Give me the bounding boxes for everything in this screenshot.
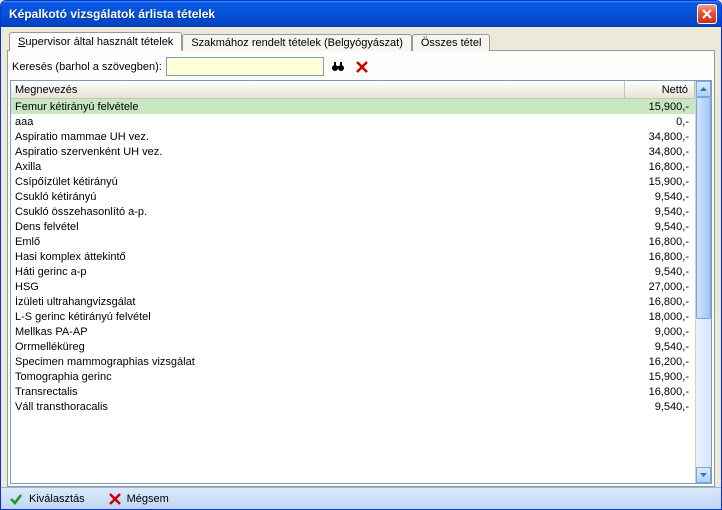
cell-name: Orrmelléküreg bbox=[11, 341, 625, 353]
x-red-icon bbox=[109, 493, 121, 505]
cell-name: Axilla bbox=[11, 161, 625, 173]
check-green-icon bbox=[9, 492, 23, 506]
table-row[interactable]: HSG27,000,- bbox=[11, 279, 695, 294]
cell-price: 34,800,- bbox=[625, 131, 695, 143]
cell-price: 16,800,- bbox=[625, 251, 695, 263]
tab-supervisor[interactable]: Supervisor által használt tételek bbox=[9, 32, 182, 51]
search-input[interactable] bbox=[166, 57, 324, 76]
content-area: Supervisor által használt tételek Szakmá… bbox=[1, 27, 721, 487]
table-row[interactable]: Mellkas PA-AP9,000,- bbox=[11, 324, 695, 339]
cell-name: L-S gerinc kétirányú felvétel bbox=[11, 311, 625, 323]
table-row[interactable]: Csípőízület kétirányú15,900,- bbox=[11, 174, 695, 189]
cell-name: Aspiratio mammae UH vez. bbox=[11, 131, 625, 143]
cell-price: 0,- bbox=[625, 116, 695, 128]
cell-name: HSG bbox=[11, 281, 625, 293]
cell-price: 9,540,- bbox=[625, 191, 695, 203]
cell-name: aaa bbox=[11, 116, 625, 128]
column-header-price[interactable]: Nettó bbox=[625, 81, 695, 98]
cell-name: Emlő bbox=[11, 236, 625, 248]
tab-szakmahoz[interactable]: Szakmához rendelt tételek (Belgyógyászat… bbox=[182, 34, 412, 51]
table-row[interactable]: aaa0,- bbox=[11, 114, 695, 129]
price-grid: Megnevezés Nettó Femur kétirányú felvéte… bbox=[10, 80, 712, 484]
table-row[interactable]: Transrectalis16,800,- bbox=[11, 384, 695, 399]
cell-name: Dens felvétel bbox=[11, 221, 625, 233]
cell-price: 15,900,- bbox=[625, 371, 695, 383]
select-button[interactable]: Kiválasztás bbox=[9, 492, 85, 506]
cell-name: Specimen mammographias vizsgálat bbox=[11, 356, 625, 368]
grid-header: Megnevezés Nettó bbox=[11, 81, 695, 99]
binoculars-icon bbox=[331, 60, 345, 74]
cell-price: 9,540,- bbox=[625, 266, 695, 278]
cell-name: Hasi komplex áttekintő bbox=[11, 251, 625, 263]
scroll-down-button[interactable] bbox=[696, 467, 711, 483]
table-row[interactable]: Emlő16,800,- bbox=[11, 234, 695, 249]
cell-price: 16,800,- bbox=[625, 296, 695, 308]
cell-price: 9,540,- bbox=[625, 341, 695, 353]
tab-panel: Keresés (barhol a szövegben): bbox=[7, 50, 715, 487]
search-button[interactable] bbox=[328, 58, 348, 76]
grid-rows: Femur kétirányú felvétele15,900,-aaa0,-A… bbox=[11, 99, 695, 414]
window: Képalkotó vizsgálatok árlista tételek Su… bbox=[0, 0, 722, 510]
table-row[interactable]: Specimen mammographias vizsgálat16,200,- bbox=[11, 354, 695, 369]
clear-search-button[interactable] bbox=[352, 58, 372, 76]
table-row[interactable]: L-S gerinc kétirányú felvétel18,000,- bbox=[11, 309, 695, 324]
cell-price: 27,000,- bbox=[625, 281, 695, 293]
cell-price: 9,540,- bbox=[625, 221, 695, 233]
cell-name: Csukló összehasonlító a-p. bbox=[11, 206, 625, 218]
cell-price: 15,900,- bbox=[625, 176, 695, 188]
table-row[interactable]: Tomographia gerinc15,900,- bbox=[11, 369, 695, 384]
window-title: Képalkotó vizsgálatok árlista tételek bbox=[9, 7, 697, 21]
titlebar: Képalkotó vizsgálatok árlista tételek bbox=[1, 1, 721, 27]
arrow-down-icon bbox=[700, 473, 707, 477]
cell-name: Ízületi ultrahangvizsgálat bbox=[11, 296, 625, 308]
cell-price: 15,900,- bbox=[625, 101, 695, 113]
cell-name: Csípőízület kétirányú bbox=[11, 176, 625, 188]
cell-name: Femur kétirányú felvétele bbox=[11, 101, 625, 113]
cell-price: 16,800,- bbox=[625, 386, 695, 398]
table-row[interactable]: Axilla16,800,- bbox=[11, 159, 695, 174]
table-row[interactable]: Aspiratio szervenként UH vez.34,800,- bbox=[11, 144, 695, 159]
cell-price: 9,000,- bbox=[625, 326, 695, 338]
cell-price: 16,800,- bbox=[625, 236, 695, 248]
cell-price: 9,540,- bbox=[625, 401, 695, 413]
cell-price: 18,000,- bbox=[625, 311, 695, 323]
cell-price: 9,540,- bbox=[625, 206, 695, 218]
tab-strip: Supervisor által használt tételek Szakmá… bbox=[7, 31, 715, 51]
cell-price: 16,200,- bbox=[625, 356, 695, 368]
tab-osszes[interactable]: Összes tétel bbox=[412, 34, 491, 51]
scroll-up-button[interactable] bbox=[696, 81, 711, 97]
table-row[interactable]: Hasi komplex áttekintő16,800,- bbox=[11, 249, 695, 264]
close-icon bbox=[702, 9, 712, 19]
scroll-thumb[interactable] bbox=[696, 97, 711, 319]
footer-bar: Kiválasztás Mégsem bbox=[1, 487, 721, 509]
table-row[interactable]: Háti gerinc a-p9,540,- bbox=[11, 264, 695, 279]
arrow-up-icon bbox=[700, 87, 707, 91]
table-row[interactable]: Csukló kétirányú9,540,- bbox=[11, 189, 695, 204]
table-row[interactable]: Orrmelléküreg9,540,- bbox=[11, 339, 695, 354]
cell-name: Aspiratio szervenként UH vez. bbox=[11, 146, 625, 158]
cell-price: 16,800,- bbox=[625, 161, 695, 173]
x-red-icon bbox=[356, 61, 368, 73]
table-row[interactable]: Femur kétirányú felvétele15,900,- bbox=[11, 99, 695, 114]
cell-name: Transrectalis bbox=[11, 386, 625, 398]
table-row[interactable]: Csukló összehasonlító a-p.9,540,- bbox=[11, 204, 695, 219]
table-row[interactable]: Ízületi ultrahangvizsgálat16,800,- bbox=[11, 294, 695, 309]
vertical-scrollbar[interactable] bbox=[695, 81, 711, 483]
table-row[interactable]: Aspiratio mammae UH vez.34,800,- bbox=[11, 129, 695, 144]
close-button[interactable] bbox=[697, 4, 717, 24]
search-label: Keresés (barhol a szövegben): bbox=[12, 61, 162, 73]
table-row[interactable]: Váll transthoracalis9,540,- bbox=[11, 399, 695, 414]
grid-body: Megnevezés Nettó Femur kétirányú felvéte… bbox=[11, 81, 695, 483]
cancel-button[interactable]: Mégsem bbox=[109, 493, 169, 505]
table-row[interactable]: Dens felvétel9,540,- bbox=[11, 219, 695, 234]
search-bar: Keresés (barhol a szövegben): bbox=[10, 53, 712, 80]
column-header-name[interactable]: Megnevezés bbox=[11, 81, 625, 98]
cell-name: Csukló kétirányú bbox=[11, 191, 625, 203]
cell-name: Háti gerinc a-p bbox=[11, 266, 625, 278]
cell-price: 34,800,- bbox=[625, 146, 695, 158]
scroll-track[interactable] bbox=[696, 97, 711, 467]
cell-name: Tomographia gerinc bbox=[11, 371, 625, 383]
cell-name: Mellkas PA-AP bbox=[11, 326, 625, 338]
cell-name: Váll transthoracalis bbox=[11, 401, 625, 413]
